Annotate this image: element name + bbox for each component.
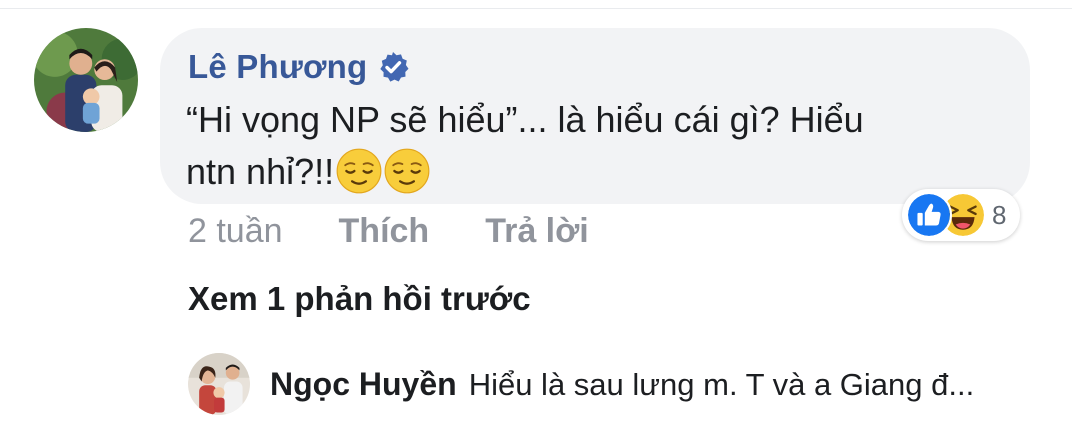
comment-meta-row: 2 tuần Thích Trả lời [188,212,589,251]
relieved-face-icon [384,148,430,194]
comment-bubble: Lê Phương “Hi vọng NP sẽ hiểu”... là hiể… [160,28,1030,204]
reply-author-name[interactable]: Ngọc Huyền [270,366,457,403]
avatar-photo [34,28,138,132]
comment-text-line2: ntn nhỉ?!! [186,151,335,192]
like-reaction-icon [906,192,952,238]
reactions-summary[interactable]: 8 [902,189,1020,241]
top-divider [0,8,1072,9]
avatar[interactable] [34,28,138,132]
verified-badge-icon [380,52,409,82]
comment-text: “Hi vọng NP sẽ hiểu”... là hiểu cái gì? … [186,94,986,198]
reply-text: Hiểu là sau lưng m. T và a Giang đ... [468,367,975,402]
reply-preview[interactable]: Ngọc Huyền Hiểu là sau lưng m. T và a Gi… [270,366,1050,403]
relieved-face-icon [336,148,382,194]
like-button[interactable]: Thích [339,212,430,251]
comment-timestamp[interactable]: 2 tuần [188,212,283,251]
reply-button[interactable]: Trả lời [485,212,589,251]
reply-avatar[interactable] [188,353,250,415]
view-previous-replies-link[interactable]: Xem 1 phản hồi trước [188,280,531,318]
comment-text-line1: “Hi vọng NP sẽ hiểu”... là hiểu cái gì? … [186,99,864,140]
comment-author-row: Lê Phương [188,48,409,86]
reaction-count: 8 [992,199,1007,230]
comment-author-name[interactable]: Lê Phương [188,48,367,86]
reply-avatar-photo [188,353,250,415]
